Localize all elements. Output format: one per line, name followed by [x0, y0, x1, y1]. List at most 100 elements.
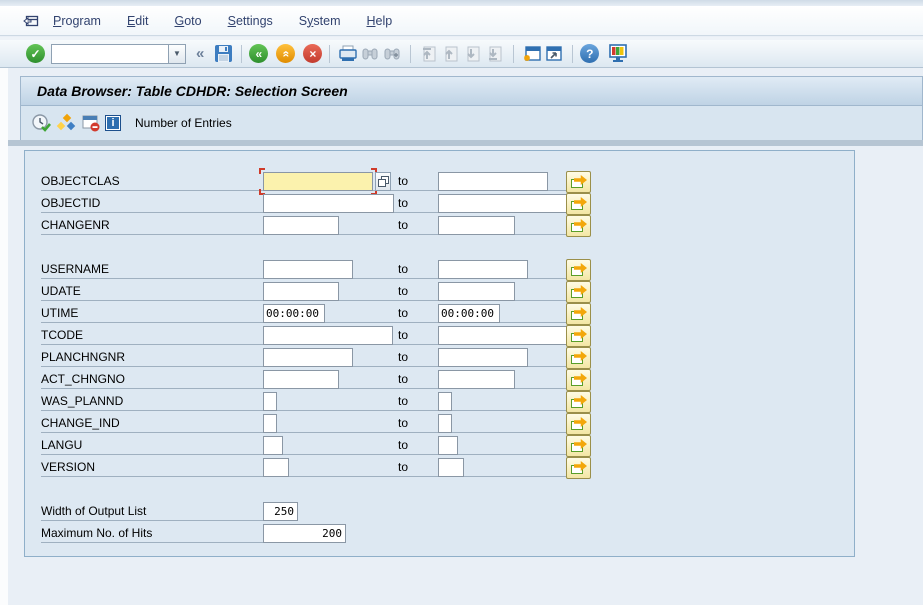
- tcode-from-input[interactable]: [263, 326, 393, 345]
- next-page-icon[interactable]: [462, 43, 484, 65]
- get-variant-icon[interactable]: [55, 112, 77, 134]
- multiple-selection-button[interactable]: [566, 413, 591, 435]
- was-plannd-from-input[interactable]: [263, 392, 277, 411]
- row-underline: [41, 410, 567, 411]
- last-page-icon[interactable]: [484, 43, 506, 65]
- standard-toolbar: ✓ ▼ « « « ×: [0, 40, 923, 68]
- option-row-output-width: Width of Output List: [25, 501, 854, 523]
- version-from-input[interactable]: [263, 458, 289, 477]
- multiple-selection-button[interactable]: [566, 193, 591, 215]
- multiple-selection-button[interactable]: [566, 281, 591, 303]
- udate-from-input[interactable]: [263, 282, 339, 301]
- multiple-selection-button[interactable]: [566, 215, 591, 237]
- act-chngno-from-input[interactable]: [263, 370, 339, 389]
- create-shortcut-icon[interactable]: [543, 43, 565, 65]
- find-icon[interactable]: [359, 43, 381, 65]
- objectid-from-input[interactable]: [263, 194, 394, 213]
- username-to-input[interactable]: [438, 260, 528, 279]
- toolbar-separator: [513, 45, 514, 63]
- multiple-selection-button[interactable]: [566, 369, 591, 391]
- selection-row-objectclas: OBJECTCLAS to: [25, 171, 854, 193]
- info-icon[interactable]: i: [105, 115, 121, 131]
- cancel-icon[interactable]: ×: [303, 44, 322, 63]
- selection-options-icon[interactable]: [80, 112, 102, 134]
- langu-from-input[interactable]: [263, 436, 283, 455]
- changenr-from-input[interactable]: [263, 216, 339, 235]
- row-underline: [41, 520, 263, 521]
- page-up-exit-icon[interactable]: «: [276, 44, 295, 63]
- command-input[interactable]: [51, 44, 169, 64]
- toolbar-separator: [572, 45, 573, 63]
- previous-page-icon[interactable]: [440, 43, 462, 65]
- number-of-entries-button[interactable]: Number of Entries: [135, 116, 232, 130]
- field-label: UDATE: [41, 284, 81, 298]
- customize-layout-icon[interactable]: [607, 43, 629, 65]
- field-label: CHANGENR: [41, 218, 110, 232]
- act-chngno-to-input[interactable]: [438, 370, 515, 389]
- udate-to-input[interactable]: [438, 282, 515, 301]
- collapse-command-icon[interactable]: «: [196, 45, 204, 62]
- field-label: USERNAME: [41, 262, 109, 276]
- menu-edit[interactable]: Edit: [116, 10, 160, 32]
- selection-row-changenr: CHANGENR to: [25, 215, 854, 237]
- find-next-icon[interactable]: [381, 43, 403, 65]
- toolbar-separator: [410, 45, 411, 63]
- selection-row-langu: LANGU to: [25, 435, 854, 457]
- field-label: CHANGE_IND: [41, 416, 120, 430]
- objectclas-from-input[interactable]: [263, 172, 373, 191]
- multiple-selection-button[interactable]: [566, 347, 591, 369]
- multiple-selection-button[interactable]: [566, 259, 591, 281]
- save-icon[interactable]: [212, 43, 234, 65]
- multiple-selection-button[interactable]: [566, 171, 591, 193]
- new-session-icon[interactable]: [521, 43, 543, 65]
- enter-icon[interactable]: ✓: [26, 44, 45, 63]
- tcode-to-input[interactable]: [438, 326, 568, 345]
- field-label: Maximum No. of Hits: [41, 526, 152, 540]
- command-dropdown-icon[interactable]: ▼: [169, 44, 186, 64]
- first-page-icon[interactable]: [418, 43, 440, 65]
- to-label: to: [398, 262, 408, 276]
- version-to-input[interactable]: [438, 458, 464, 477]
- changenr-to-input[interactable]: [438, 216, 515, 235]
- multiple-selection-button[interactable]: [566, 457, 591, 479]
- multiple-selection-button[interactable]: [566, 325, 591, 347]
- menu-settings[interactable]: Settings: [217, 10, 284, 32]
- menu-help[interactable]: Help: [355, 10, 403, 32]
- page-title: Data Browser: Table CDHDR: Selection Scr…: [21, 83, 348, 99]
- multiple-selection-button[interactable]: [566, 391, 591, 413]
- maximum-no-of-hits-input[interactable]: [263, 524, 346, 543]
- multiple-selection-button[interactable]: [566, 435, 591, 457]
- help-icon[interactable]: ?: [580, 44, 599, 63]
- width-of-output-list-input[interactable]: [263, 502, 298, 521]
- selection-screen-area: OBJECTCLAS to OBJECTID to CHANGENR: [8, 146, 923, 605]
- utime-to-input[interactable]: [438, 304, 500, 323]
- objectclas-to-input[interactable]: [438, 172, 548, 191]
- objectid-to-input[interactable]: [438, 194, 568, 213]
- was-plannd-to-input[interactable]: [438, 392, 452, 411]
- change-ind-to-input[interactable]: [438, 414, 452, 433]
- menu-system[interactable]: System: [288, 10, 352, 32]
- selection-row-tcode: TCODE to: [25, 325, 854, 347]
- utime-from-input[interactable]: [263, 304, 325, 323]
- selection-row-was-plannd: WAS_PLANND to: [25, 391, 854, 413]
- selection-row-udate: UDATE to: [25, 281, 854, 303]
- back-icon[interactable]: «: [249, 44, 268, 63]
- print-icon[interactable]: [337, 43, 359, 65]
- langu-to-input[interactable]: [438, 436, 458, 455]
- row-spacer: [25, 479, 854, 501]
- planchngnr-to-input[interactable]: [438, 348, 528, 367]
- menu-program[interactable]: Program: [42, 10, 112, 32]
- to-label: to: [398, 372, 408, 386]
- multiple-selection-button[interactable]: [566, 303, 591, 325]
- to-label: to: [398, 460, 408, 474]
- gui-menu-icon[interactable]: [20, 10, 42, 32]
- username-from-input[interactable]: [263, 260, 353, 279]
- execute-icon[interactable]: [30, 112, 52, 134]
- selection-group-box: OBJECTCLAS to OBJECTID to CHANGENR: [24, 150, 855, 557]
- value-help-button[interactable]: [375, 172, 391, 191]
- change-ind-from-input[interactable]: [263, 414, 277, 433]
- selection-row-change-ind: CHANGE_IND to: [25, 413, 854, 435]
- planchngnr-from-input[interactable]: [263, 348, 353, 367]
- menu-goto[interactable]: Goto: [163, 10, 212, 32]
- row-underline: [41, 542, 263, 543]
